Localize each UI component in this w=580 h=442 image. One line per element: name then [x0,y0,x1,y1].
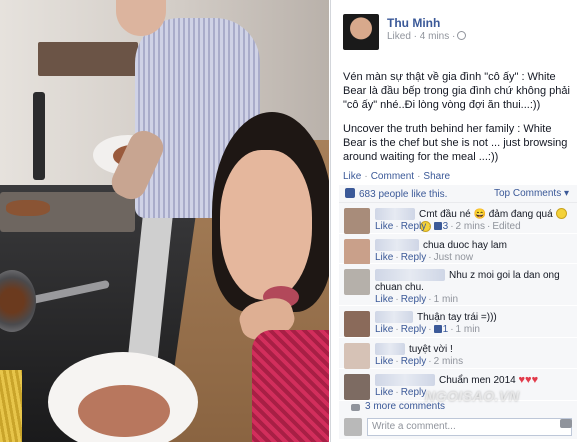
top-comments-dropdown[interactable]: Top Comments ▾ [494,188,569,199]
caption-vietnamese: Vén màn sự thật về gia đình "cô ấy" : Wh… [343,71,570,111]
pepper-grinder [33,92,45,180]
comment-item: tuyệt vời ! Like · Reply · 2 mins [339,338,577,369]
comment-like-link[interactable]: Like [375,252,393,263]
commenter-name[interactable] [375,208,415,220]
heart-emoji-icon: ♥ [531,374,539,386]
comment-input[interactable]: Write a comment... [367,418,572,436]
post-meta: Liked · 4 mins · [387,31,467,42]
post-meta-text: Liked · 4 mins · [387,31,456,42]
commenter-name[interactable] [375,343,405,355]
comment-like-link[interactable]: Like [375,387,393,398]
post-actions: Like · Comment · Share [343,171,451,182]
comment-meta: Like · Reply · 2 mins [375,356,464,367]
more-comments-link[interactable]: 3 more comments [339,401,577,415]
comment-link[interactable]: Comment [371,171,414,182]
commenter-name[interactable] [375,269,445,281]
commenter-name[interactable] [375,311,413,323]
commenter-avatar[interactable] [344,239,370,265]
comment-like-link[interactable]: Like [375,324,393,335]
background-table [38,42,138,76]
comment-meta: Like · Reply [375,387,427,398]
commenter-avatar[interactable] [344,374,370,400]
comment-text-continued: chuan chu. [375,282,424,293]
comment-item: Cmt đầu né 😄 đảm đang quá Like · Reply · 3 · 2… [339,203,577,234]
comment-item: chua duoc hay lam Like · Reply · Just now [339,234,577,265]
comment-time[interactable]: Just now [434,252,473,263]
comment-reply-link[interactable]: Reply [401,387,427,398]
comment-meta: Like · Reply · 1 · 1 min [375,324,480,335]
commenter-avatar[interactable] [344,208,370,234]
commenter-avatar[interactable] [344,311,370,337]
comment-reply-link[interactable]: Reply [401,324,427,335]
comment-time[interactable]: 2 mins [434,356,463,367]
author-name[interactable]: Thu Minh [387,16,440,30]
comment-like-count[interactable]: 1 [443,324,449,335]
likes-bar: 683 people like this. Top Comments ▾ [339,185,577,203]
comment-time[interactable]: 2 mins [456,221,485,232]
comment-like-count[interactable]: 3 [443,221,449,232]
author-avatar[interactable] [343,14,379,50]
comment-reply-link[interactable]: Reply [401,294,427,305]
post-side-panel: Thu Minh Liked · 4 mins · Vén màn sự thậ… [330,0,580,442]
thumbs-up-icon [345,188,355,198]
caption-english: Uncover the truth behind her family : Wh… [343,123,568,163]
comment-like-link[interactable]: Like [375,294,393,305]
globe-icon [457,31,467,40]
comment-text: Chuẩn men 2014 ♥♥♥ [439,374,539,386]
more-comments-label[interactable]: 3 more comments [365,401,445,412]
comment-meta: Like · Reply · Just now [375,252,474,263]
comment-time[interactable]: 1 min [434,294,458,305]
comment-time[interactable]: 1 min [456,324,480,335]
likes-count[interactable]: 683 people like this. [359,189,447,200]
thumbs-up-icon [433,222,442,230]
commenter-name[interactable] [375,239,419,251]
write-comment-row: Write a comment... [339,415,577,439]
comment-text: tuyệt vời ! [409,344,453,355]
comment-like-link[interactable]: Like [375,356,393,367]
comment-reply-link[interactable]: Reply [401,252,427,263]
share-link[interactable]: Share [423,171,450,182]
comment-text: Thuận tay trái =))) [417,312,497,323]
my-avatar [344,418,362,436]
comment-item: Nhu z moi goi la dan ong chuan chu. Like… [339,264,577,306]
comment-meta: Like · Reply · 3 · 2 mins · Edited [375,221,521,232]
comment-text: Nhu z moi goi la dan ong [449,270,560,281]
steak [6,200,50,216]
fries [0,370,22,442]
commenter-avatar[interactable] [344,343,370,369]
smile-emoji-icon [556,208,568,219]
comment-item: Thuận tay trái =))) Like · Reply · 1 · 1 min [339,306,577,338]
comment-bubble-icon [351,404,360,411]
woman-dress [252,330,329,442]
woman-face [220,150,312,300]
front-plate-food [78,385,170,437]
thumbs-up-icon [433,325,442,333]
comment-item: Chuẩn men 2014 ♥♥♥ Like · Reply [339,369,577,401]
commenter-name[interactable] [375,374,435,386]
comment-edited: Edited [492,221,521,232]
comment-text: chua duoc hay lam [423,240,507,251]
camera-icon[interactable] [560,419,572,428]
comment-reply-link[interactable]: Reply [401,356,427,367]
comment-like-link[interactable]: Like [375,221,393,232]
like-link[interactable]: Like [343,171,361,182]
comment-meta: Like · Reply · 1 min [375,294,459,305]
commenter-avatar[interactable] [344,269,370,295]
post-photo[interactable] [0,0,329,442]
comment-reply-link[interactable]: Reply [401,221,427,232]
